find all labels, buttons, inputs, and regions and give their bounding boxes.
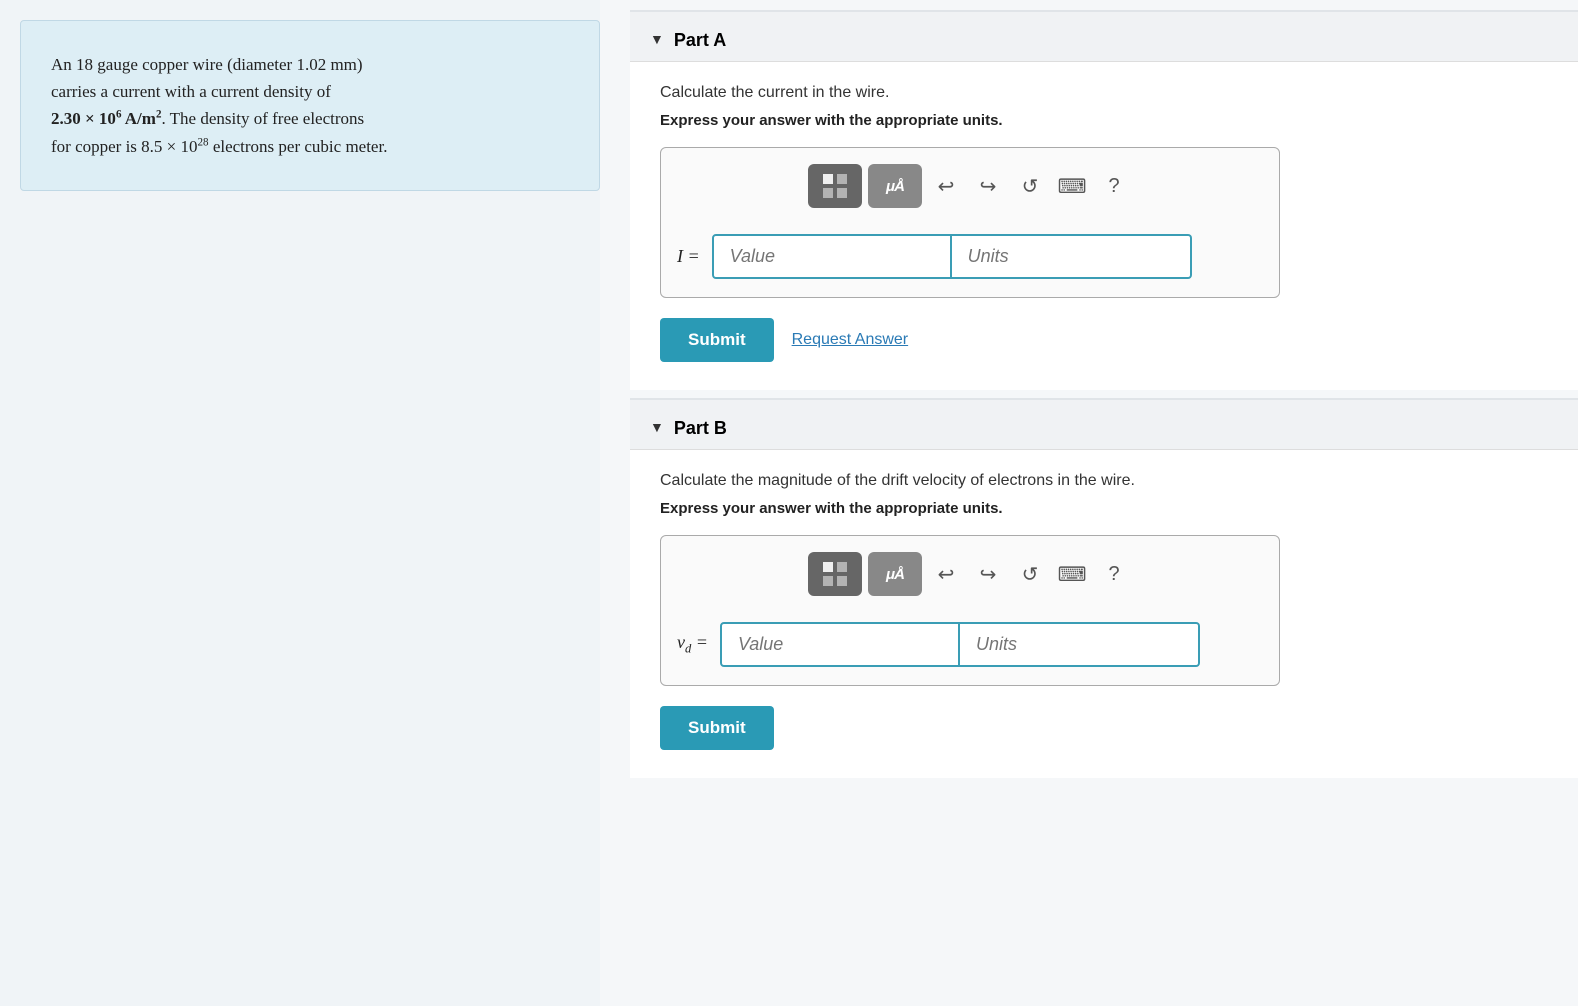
part-b-input-row: vd = (677, 622, 1263, 667)
part-a-input-row: I = (677, 234, 1263, 279)
part-a-input-label: I = (677, 246, 700, 267)
part-b-help-button[interactable]: ? (1096, 556, 1132, 592)
part-b-action-row: Submit (660, 706, 1548, 750)
part-b-redo-button[interactable]: ↪ (970, 556, 1006, 592)
part-a-value-input[interactable] (712, 234, 952, 279)
part-b-matrix-button[interactable] (808, 552, 862, 596)
part-a-title: Part A (674, 30, 726, 51)
part-a-keyboard-button[interactable]: ⌨ (1054, 168, 1090, 204)
part-a-toolbar: μÅ ↩ ↪ ↺ ⌨ ? (677, 164, 1263, 218)
part-a-express-note: Express your answer with the appropriate… (660, 112, 1548, 129)
part-b-collapse-icon[interactable]: ▼ (650, 421, 664, 437)
part-a-redo-button[interactable]: ↪ (970, 168, 1006, 204)
part-b-title: Part B (674, 418, 727, 439)
part-a-body: Calculate the current in the wire. Expre… (630, 62, 1578, 390)
part-b-answer-box: μÅ ↩ ↪ ↺ ⌨ ? vd = (660, 535, 1280, 686)
part-a-collapse-icon[interactable]: ▼ (650, 33, 664, 49)
part-a-request-button[interactable]: Request Answer (792, 331, 909, 349)
right-panel: ▼ Part A Calculate the current in the wi… (600, 0, 1578, 1006)
problem-statement: An 18 gauge copper wire (diameter 1.02 m… (20, 20, 600, 191)
part-a-description: Calculate the current in the wire. (660, 84, 1548, 102)
part-b-description: Calculate the magnitude of the drift vel… (660, 472, 1548, 490)
part-a-undo-button[interactable]: ↩ (928, 168, 964, 204)
part-b-toolbar: μÅ ↩ ↪ ↺ ⌨ ? (677, 552, 1263, 606)
part-a-unit-button[interactable]: μÅ (868, 164, 922, 208)
part-b-body: Calculate the magnitude of the drift vel… (630, 450, 1578, 778)
part-a-reset-button[interactable]: ↺ (1012, 168, 1048, 204)
part-a-header: ▼ Part A (630, 12, 1578, 62)
part-a-help-button[interactable]: ? (1096, 168, 1132, 204)
part-b-value-input[interactable] (720, 622, 960, 667)
part-b-section: ▼ Part B Calculate the magnitude of the … (630, 398, 1578, 778)
part-b-submit-button[interactable]: Submit (660, 706, 774, 750)
part-b-units-input[interactable] (960, 622, 1200, 667)
part-a-matrix-button[interactable] (808, 164, 862, 208)
part-b-unit-button[interactable]: μÅ (868, 552, 922, 596)
part-a-answer-box: μÅ ↩ ↪ ↺ ⌨ ? I = (660, 147, 1280, 298)
part-a-section: ▼ Part A Calculate the current in the wi… (630, 10, 1578, 390)
part-b-input-label: vd = (677, 632, 708, 657)
part-b-express-note: Express your answer with the appropriate… (660, 500, 1548, 517)
part-a-units-input[interactable] (952, 234, 1192, 279)
part-a-action-row: Submit Request Answer (660, 318, 1548, 362)
part-b-keyboard-button[interactable]: ⌨ (1054, 556, 1090, 592)
part-b-header: ▼ Part B (630, 400, 1578, 450)
part-a-submit-button[interactable]: Submit (660, 318, 774, 362)
part-b-reset-button[interactable]: ↺ (1012, 556, 1048, 592)
part-b-undo-button[interactable]: ↩ (928, 556, 964, 592)
